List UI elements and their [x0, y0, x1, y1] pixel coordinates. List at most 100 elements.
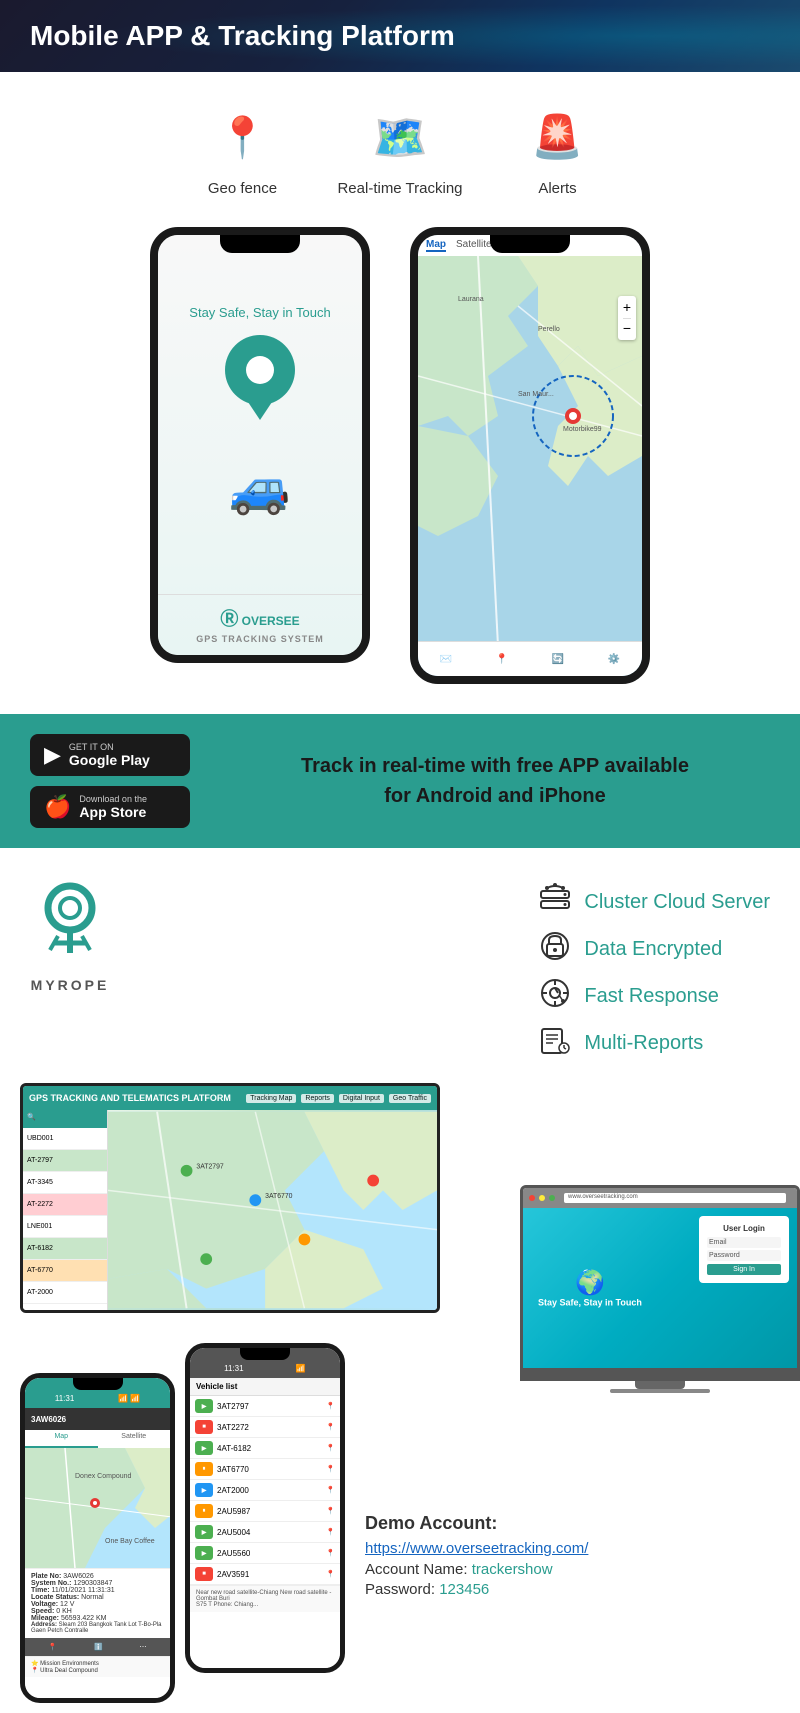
vehicle-list-header: Vehicle list [190, 1378, 340, 1396]
page-title: Mobile APP & Tracking Platform [30, 20, 770, 52]
demo-password-value: 123456 [439, 1581, 489, 1598]
vehicle-row-2[interactable]: ■ 3AT2272 📍 [190, 1417, 340, 1438]
tracking-nav1[interactable]: Tracking Map [246, 1094, 296, 1103]
tracking-platform-screen: GPS TRACKING AND TELEMATICS PLATFORM Tra… [20, 1083, 440, 1313]
zoom-in[interactable]: + [623, 298, 631, 318]
sidebar-row-1: UBD001 [23, 1128, 107, 1150]
svg-text:Perello: Perello [538, 326, 560, 333]
myrope-brand-icon [30, 878, 110, 972]
vehicle-id-1: 3AT2797 [217, 1402, 249, 1411]
vehicle-loc-1: 📍 [326, 1402, 335, 1410]
map-placeholder: Laurana Perello San Maur... Motorbike99 … [418, 256, 642, 676]
sidebar-search[interactable]: 🔍 [23, 1110, 107, 1128]
tracking-sidebar: 🔍 UBD001 AT-2797 AT-3345 AT-2272 LNE001 … [23, 1110, 108, 1310]
tracking-title: GPS TRACKING AND TELEMATICS PLATFORM [29, 1093, 231, 1103]
vehicle-row-3[interactable]: ▶ 4AT-6182 📍 [190, 1438, 340, 1459]
phone-nav-info[interactable]: ℹ️ [94, 1643, 103, 1651]
demo-account: Account Name: trackershow [365, 1561, 780, 1578]
header-banner: Mobile APP & Tracking Platform [0, 0, 800, 72]
feature-alerts: 🚨 Alerts [523, 102, 593, 197]
login-form: User Login Email Password Sign In [699, 1216, 789, 1283]
encrypted-icon [537, 930, 572, 969]
apple-icon: 🍎 [44, 794, 71, 820]
vehicle-id-7: 2AU5004 [217, 1528, 250, 1537]
vehicle-loc-4: 📍 [326, 1465, 335, 1473]
tracking-platform-container: GPS TRACKING AND TELEMATICS PLATFORM Tra… [20, 1083, 780, 1313]
sidebar-row-4: AT-2272 [23, 1194, 107, 1216]
geofence-label: Geo fence [208, 180, 277, 197]
demo-password: Password: 123456 [365, 1581, 780, 1598]
vehicle-id-6: 2AU5987 [217, 1507, 250, 1516]
vehicle-id-3: 4AT-6182 [217, 1444, 251, 1453]
tracking-nav3[interactable]: Digital Input [339, 1094, 384, 1103]
vehicle-row-5[interactable]: ▶ 2AT2000 📍 [190, 1480, 340, 1501]
google-play-button[interactable]: ▶ GET IT ON Google Play [30, 734, 190, 776]
phone-map-notch [73, 1378, 123, 1390]
vehicle-id-display: 3AW6026 [31, 1415, 66, 1424]
vehicle-loc-2: 📍 [326, 1423, 335, 1431]
map-toolbar-item3[interactable]: 🔄 [552, 654, 564, 665]
tracking-nav2[interactable]: Reports [301, 1094, 334, 1103]
sidebar-row-3: AT-3345 [23, 1172, 107, 1194]
map-toolbar-item2[interactable]: 📍 [496, 654, 508, 665]
zoom-out[interactable]: − [623, 318, 631, 339]
vehicle-list-notch [240, 1348, 290, 1360]
vehicle-footer: Near new road satellite-Chiang New road … [190, 1585, 340, 1612]
vehicle-row-6[interactable]: ⏸ 2AU5987 📍 [190, 1501, 340, 1522]
map-toolbar-item1[interactable]: ✉️ [440, 654, 452, 665]
app-store-button[interactable]: 🍎 Download on the App Store [30, 786, 190, 828]
vehicle-row-8[interactable]: ▶ 2AU5560 📍 [190, 1543, 340, 1564]
vehicle-row-1[interactable]: ▶ 3AT2797 📍 [190, 1396, 340, 1417]
satellite-tab[interactable]: Satellite [98, 1430, 171, 1448]
tracking-map-area: 3AT2797 3AT6770 [108, 1110, 437, 1310]
vehicle-status-9: ■ [195, 1567, 213, 1581]
appstore-promo-text: Track in real-time with free APP availab… [220, 751, 770, 811]
map-tab-satellite: Satellite [456, 239, 492, 252]
vehicle-status-8: ▶ [195, 1546, 213, 1560]
svg-text:Donex Compound: Donex Compound [75, 1473, 132, 1480]
vehicle-status-1: ▶ [195, 1399, 213, 1413]
map-toolbar-item4[interactable]: ⚙️ [608, 654, 620, 665]
vehicle-id-4: 3AT6770 [217, 1465, 249, 1474]
laptop-mockup: www.overseetracking.com User Login Email… [520, 1185, 800, 1393]
feature-reports: Multi-Reports [537, 1024, 770, 1063]
vehicle-id-2: 3AT2272 [217, 1423, 249, 1432]
svg-text:Motorbike99: Motorbike99 [563, 426, 602, 433]
app-pin-icon [225, 335, 295, 434]
app-tagline: Stay Safe, Stay in Touch [189, 305, 330, 320]
feature-geofence: 📍 Geo fence [207, 102, 277, 197]
myrope-brand-name: MYROPE [31, 977, 110, 993]
demo-account-value: trackershow [472, 1561, 553, 1578]
phone-nav-more[interactable]: ⋯ [140, 1643, 147, 1651]
sidebar-row-8: AT-2000 [23, 1282, 107, 1304]
vehicle-row-4[interactable]: ⏸ 3AT6770 📍 [190, 1459, 340, 1480]
fast-label: Fast Response [584, 985, 719, 1008]
app-logo: Ⓡ OVERSEE GPS TRACKING SYSTEM [158, 594, 362, 655]
tracking-nav4[interactable]: Geo Traffic [389, 1094, 431, 1103]
vehicle-loc-5: 📍 [326, 1486, 335, 1494]
fast-icon [537, 977, 572, 1016]
vehicle-list-screen: 11:31 📶 Vehicle list ▶ 3AT2797 📍 ■ 3AT22… [190, 1348, 340, 1668]
sidebar-row-7: AT-6770 [23, 1260, 107, 1282]
sidebar-row-2: AT-2797 [23, 1150, 107, 1172]
google-play-pre: GET IT ON [69, 742, 150, 752]
vehicle-row-9[interactable]: ■ 2AV3591 📍 [190, 1564, 340, 1585]
alerts-icon: 🚨 [523, 102, 593, 172]
reports-label: Multi-Reports [584, 1032, 703, 1055]
phone-nav-map[interactable]: 📍 [48, 1643, 57, 1651]
demo-link[interactable]: https://www.overseetracking.com/ [365, 1540, 780, 1557]
platform-features: Cluster Cloud Server Data Encrypted [537, 878, 770, 1063]
phone-app-screen: Stay Safe, Stay in Touch 🚙 Ⓡ OVERSEE GPS… [158, 235, 362, 655]
vehicle-loc-8: 📍 [326, 1549, 335, 1557]
app-car-icon: 🚙 [229, 459, 291, 518]
store-buttons: ▶ GET IT ON Google Play 🍎 Download on th… [30, 734, 190, 828]
cluster-label: Cluster Cloud Server [584, 891, 770, 914]
vehicle-row-7[interactable]: ▶ 2AU5004 📍 [190, 1522, 340, 1543]
vehicle-status-6: ⏸ [195, 1504, 213, 1518]
demo-title: Demo Account: [365, 1513, 780, 1534]
vehicle-status-7: ▶ [195, 1525, 213, 1539]
vehicle-status-5: ▶ [195, 1483, 213, 1497]
features-section: 📍 Geo fence 🗺️ Real-time Tracking 🚨 Aler… [0, 72, 800, 207]
realtime-label: Real-time Tracking [337, 180, 462, 197]
map-tab[interactable]: Map [25, 1430, 98, 1448]
